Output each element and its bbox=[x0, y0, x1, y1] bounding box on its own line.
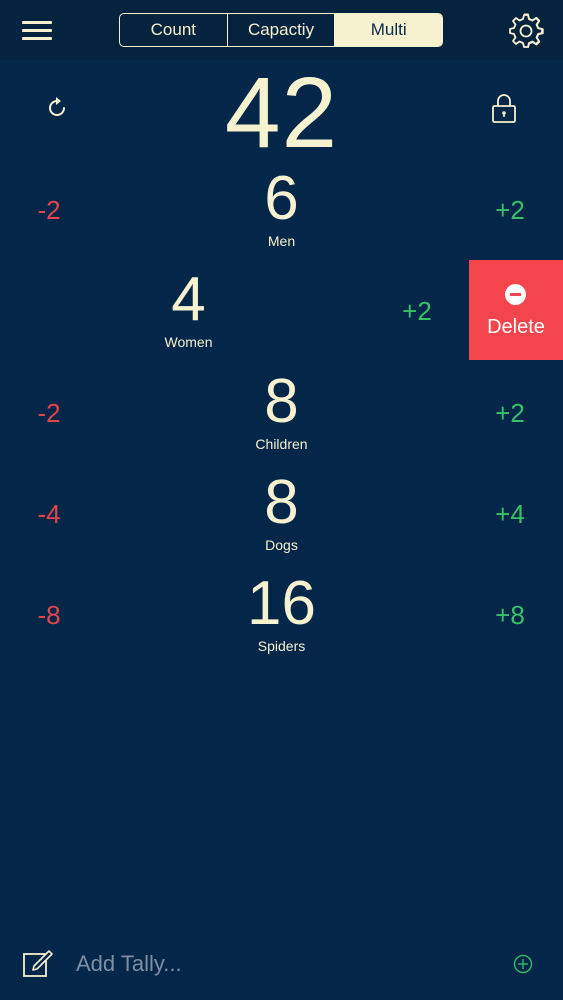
lock-icon[interactable] bbox=[490, 92, 518, 124]
tally-row: -4 8 Dogs +4 bbox=[0, 469, 563, 569]
tab-multi[interactable]: Multi bbox=[335, 14, 442, 46]
compose-icon[interactable] bbox=[22, 948, 54, 980]
mode-segmented-control: Count Capactiy Multi bbox=[119, 13, 443, 47]
increment-button[interactable]: +2 bbox=[470, 195, 550, 225]
tab-count[interactable]: Count bbox=[120, 14, 228, 46]
tally-row: -2 6 Men +2 bbox=[0, 165, 563, 265]
tally-label: Spiders bbox=[257, 638, 306, 654]
plus-circle-icon[interactable] bbox=[513, 954, 533, 974]
tally-label: Men bbox=[267, 233, 296, 249]
add-tally-input[interactable] bbox=[76, 948, 456, 980]
increment-button[interactable]: +4 bbox=[470, 499, 550, 529]
minus-circle-icon bbox=[505, 284, 526, 305]
tally-row: -8 16 Spiders +8 bbox=[0, 570, 563, 670]
hamburger-menu-icon[interactable] bbox=[22, 18, 54, 42]
tally-row: -2 8 Children +2 bbox=[0, 368, 563, 468]
gear-icon[interactable] bbox=[508, 13, 544, 49]
tally-label: Dogs bbox=[265, 537, 298, 553]
tally-label: Children bbox=[255, 436, 308, 452]
tally-label: Women bbox=[164, 334, 213, 350]
tab-capacity[interactable]: Capactiy bbox=[228, 14, 336, 46]
increment-button[interactable]: +2 bbox=[470, 398, 550, 428]
delete-button[interactable]: Delete bbox=[469, 260, 563, 360]
delete-label: Delete bbox=[487, 316, 545, 338]
increment-button[interactable]: +2 bbox=[377, 296, 457, 326]
top-bar: Count Capactiy Multi bbox=[0, 0, 563, 60]
add-tally-bar bbox=[0, 930, 563, 1000]
increment-button[interactable]: +8 bbox=[470, 600, 550, 630]
total-count: 42 bbox=[224, 57, 339, 169]
tally-row: 4 Women +2 Delete bbox=[0, 260, 563, 366]
